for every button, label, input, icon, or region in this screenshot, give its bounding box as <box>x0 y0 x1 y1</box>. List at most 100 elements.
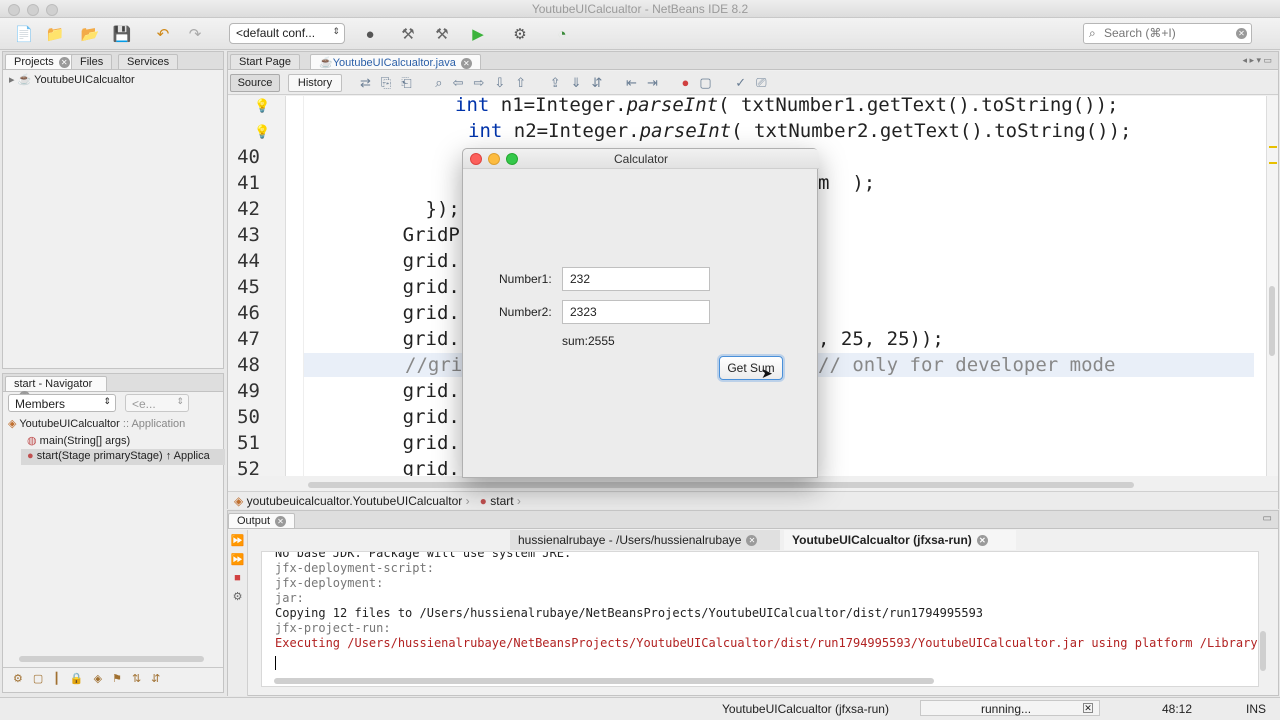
configuration-value: <default conf... <box>236 26 316 40</box>
navigator-root[interactable]: ◈ YoutubeUICalcualtor :: Application <box>8 417 185 430</box>
lock-icon[interactable]: 🔒 <box>70 672 84 688</box>
code-line-48-tail: // only for developer mode <box>818 354 1116 376</box>
tab-navigator[interactable]: start - Navigator✕ <box>5 376 107 402</box>
code-line-44: grid. <box>334 250 460 272</box>
navigator-item-start[interactable]: ● start(Stage primaryStage) ↑ Applica <box>21 449 225 465</box>
empty-filter-select[interactable]: <e... ⇕ <box>125 394 189 412</box>
output-panel: Output ✕ ▭ ⏩ ⏩ ■ ⚙ hussienalrubaye - /Use… <box>227 510 1279 696</box>
new-file-icon[interactable]: 📄 <box>14 24 34 44</box>
editor-horizontal-scrollbar[interactable] <box>308 482 1134 488</box>
code-line-43: GridP <box>334 224 460 246</box>
output-line: Copying 12 files to /Users/hussienalruba… <box>275 606 984 620</box>
new-project-icon[interactable]: 📁 <box>45 24 65 44</box>
status-bar: YoutubeUICalcualtor (jfxsa-run) running.… <box>0 697 1280 720</box>
sum-result: sum:2555 <box>562 334 615 348</box>
tab-files[interactable]: Files <box>71 54 113 70</box>
code-line-42: }); <box>334 198 460 220</box>
inherit-icon[interactable]: ◈ <box>94 672 102 688</box>
window-titlebar: YoutubeUICalcualtor - NetBeans IDE 8.2 <box>0 0 1280 18</box>
number2-label: Number2: <box>499 305 552 319</box>
dialog-zoom-button[interactable] <box>506 153 518 165</box>
clean-build-icon[interactable]: ⚒ <box>432 24 452 44</box>
cancel-task-icon[interactable]: ✕ <box>1083 703 1093 713</box>
get-sum-button[interactable]: Get Sum <box>719 356 783 380</box>
output-line: No base JDK. Package will use system JRE… <box>275 551 572 560</box>
editor-subtoolbar: Source History ⇄⎘⎗ ⌕⇦⇨⇩⇧ ⇪⇓⇵ ⇤⇥ ●▢ ✓⎚ <box>228 71 1278 95</box>
tab-projects[interactable]: Projects ✕ <box>5 54 79 70</box>
line-number: 42 <box>237 198 260 220</box>
navigator-scrollbar[interactable] <box>19 656 204 662</box>
text-cursor <box>275 656 276 670</box>
open-project-icon[interactable]: 📂 <box>80 24 100 44</box>
output-vertical-scrollbar[interactable] <box>1260 631 1266 671</box>
profile-icon[interactable]: ◔ <box>552 24 572 44</box>
sort-icon[interactable]: ⚑ <box>112 672 122 688</box>
progress-indicator: running... ✕ <box>920 700 1100 716</box>
breadcrumb-class[interactable]: youtubeuicalcualtor.YoutubeUICalcualtor <box>247 494 463 508</box>
debug-icon[interactable]: ⚙ <box>510 24 530 44</box>
output-tab-run[interactable]: YoutubeUICalcualtor (jfxsa-run) ✕ <box>784 530 1016 550</box>
mouse-cursor-icon: ➤ <box>761 365 773 381</box>
settings-icon[interactable]: ⚙ <box>233 590 243 603</box>
sort-az-icon[interactable]: ⇅ <box>132 672 141 688</box>
rerun-icon[interactable]: ⏩ <box>231 534 245 547</box>
source-button[interactable]: Source <box>230 74 280 92</box>
tab-start-page[interactable]: Start Page <box>230 54 300 70</box>
number1-field[interactable]: 232 <box>562 267 710 291</box>
stop-icon[interactable]: ■ <box>234 572 241 584</box>
error-stripe[interactable] <box>1266 96 1278 476</box>
rerun-different-icon[interactable]: ⏩ <box>231 553 245 566</box>
breadcrumb-method[interactable]: start <box>490 494 513 508</box>
clear-search-icon[interactable]: ✕ <box>1236 28 1247 39</box>
static-icon[interactable]: ┃ <box>53 672 60 688</box>
tab-java-file[interactable]: ☕YoutubeUICalcualtor.java ✕ <box>310 54 481 70</box>
output-line: Executing /Users/hussienalrubaye/NetBean… <box>275 636 1259 650</box>
tab-nav-arrows[interactable]: ◂ ▸ ▾ ▭ <box>1242 55 1272 66</box>
field-icon[interactable]: ▢ <box>33 672 43 688</box>
code-line-50: grid. <box>334 406 460 428</box>
code-line-41: m ); <box>818 172 876 194</box>
editor-action-icons[interactable]: ⇄⎘⎗ ⌕⇦⇨⇩⇧ ⇪⇓⇵ ⇤⇥ ●▢ ✓⎚ <box>360 75 777 91</box>
line-number: 44 <box>237 250 260 272</box>
projects-tabbar: Projects ✕ Files Services <box>3 52 223 70</box>
output-console[interactable]: No base JDK. Package will use system JRE… <box>261 551 1259 687</box>
run-icon[interactable]: ▶ <box>468 24 488 44</box>
redo-icon[interactable]: ↷ <box>185 24 205 44</box>
code-line-52: grid. <box>334 458 460 476</box>
globe-icon[interactable]: ● <box>360 24 380 44</box>
configuration-select[interactable]: <default conf... ⇕ <box>229 23 345 44</box>
maximize-icon[interactable]: ▭ <box>1263 513 1272 524</box>
search-input[interactable]: ⌕ Search (⌘+I) ✕ <box>1083 23 1252 44</box>
build-hammer-icon[interactable]: ⚒ <box>398 24 418 44</box>
undo-icon[interactable]: ↶ <box>153 24 173 44</box>
warning-icon[interactable]: 💡 <box>254 98 270 114</box>
save-all-icon[interactable]: 💾 <box>112 24 132 44</box>
dialog-minimize-button[interactable] <box>488 153 500 165</box>
filter-icon[interactable]: ⚙ <box>13 672 23 688</box>
line-number: 49 <box>237 380 260 402</box>
tab-services[interactable]: Services <box>118 54 179 70</box>
line-number: 43 <box>237 224 260 246</box>
dialog-close-button[interactable] <box>470 153 482 165</box>
code-line-49: grid. <box>334 380 460 402</box>
line-number: 41 <box>237 172 260 194</box>
line-number: 52 <box>237 458 260 476</box>
project-tree-root[interactable]: ▸ ☕ YoutubeUICalcualtor <box>9 73 135 86</box>
number2-field[interactable]: 2323 <box>562 300 710 324</box>
insert-mode: INS <box>1246 702 1267 716</box>
members-filter-select[interactable]: Members ⇕ <box>8 394 116 412</box>
code-line-47: grid. <box>334 328 460 350</box>
tab-output[interactable]: Output ✕ <box>228 513 296 529</box>
warning-icon[interactable]: 💡 <box>254 124 270 140</box>
output-horizontal-scrollbar[interactable] <box>274 678 934 684</box>
dialog-title: Calculator <box>613 152 669 166</box>
sort-pos-icon[interactable]: ⇵ <box>151 672 160 688</box>
code-line-39: int n2=Integer.parseInt( txtNumber2.getT… <box>468 120 1132 142</box>
output-tab-terminal[interactable]: hussienalrubaye - /Users/hussienalrubaye… <box>510 530 780 550</box>
output-line: jfx-deployment: <box>275 576 384 590</box>
chevron-updown-icon: ⇕ <box>332 26 340 36</box>
line-number: 51 <box>237 432 260 454</box>
navigator-item-main[interactable]: ◍ main(String[] args) <box>27 434 130 447</box>
history-button[interactable]: History <box>288 74 342 92</box>
output-line: jar: <box>275 591 304 605</box>
